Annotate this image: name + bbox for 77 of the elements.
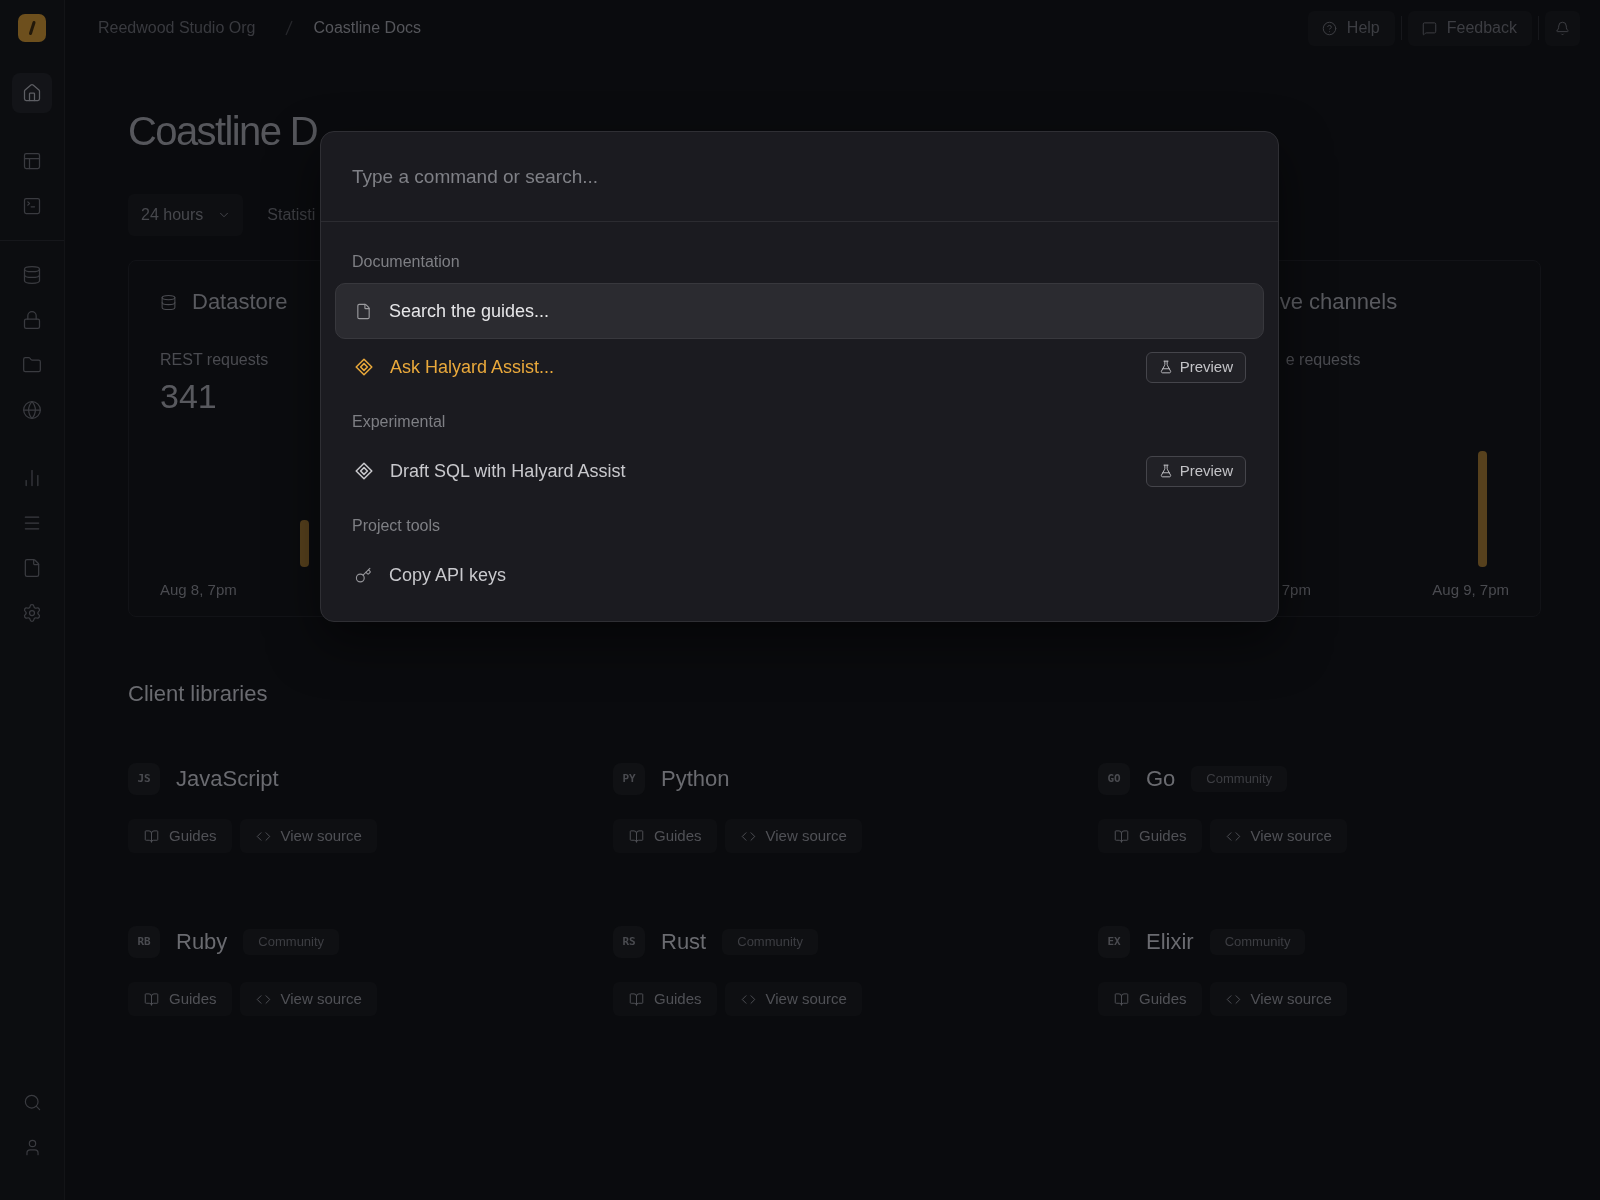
logo-icon (18, 14, 46, 42)
source-link-button[interactable]: View source (239, 982, 377, 1016)
source-link-button[interactable]: View source (724, 982, 862, 1016)
guides-link-button[interactable]: Guides (128, 982, 232, 1016)
metric-label: e requests (1285, 350, 1361, 370)
library-code-tile: GO (1098, 763, 1130, 795)
command-item[interactable]: Draft SQL with Halyard Assist Preview (335, 443, 1264, 499)
database-icon (22, 265, 42, 285)
home-icon (22, 83, 42, 103)
library-code-tile: EX (1098, 926, 1130, 958)
source-link-button[interactable]: View source (1209, 819, 1347, 853)
card-title: ve channels (1279, 288, 1398, 316)
time-range-select[interactable]: 24 hours (128, 194, 244, 236)
section-heading: Client libraries (128, 680, 268, 708)
book-icon (629, 991, 644, 1007)
database-icon (160, 293, 177, 311)
metric-value: 341 (160, 376, 217, 416)
library-code-tile: JS (128, 763, 160, 795)
flask-icon (1158, 464, 1173, 478)
slash-separator-icon (285, 20, 294, 36)
breadcrumb-link[interactable]: Coastline Docs (313, 18, 422, 38)
library-name: Python (661, 765, 730, 793)
book-icon (1114, 828, 1129, 844)
metric-label: REST requests (160, 350, 269, 370)
axis-label: 7pm (1281, 579, 1311, 600)
settings-icon (22, 603, 42, 623)
page-title: Coastline D (128, 108, 318, 155)
guides-link-button[interactable]: Guides (613, 819, 717, 853)
library-name: Rust (661, 928, 707, 956)
book-icon (144, 828, 159, 844)
library-name: Elixir (1146, 928, 1194, 956)
group-heading: Project tools (352, 516, 441, 536)
book-icon (629, 828, 644, 844)
library-code-tile: PY (613, 763, 645, 795)
library-name: Ruby (176, 928, 228, 956)
folder-icon (22, 355, 42, 375)
bell-icon (1555, 20, 1570, 36)
help-icon (1321, 20, 1337, 36)
command-item[interactable]: Ask Halyard Assist... Preview (335, 339, 1264, 395)
group-heading: Documentation (352, 252, 460, 272)
layout-icon (22, 151, 42, 171)
command-item[interactable]: Search the guides... (335, 283, 1264, 339)
key-icon (355, 566, 372, 584)
book-icon (1114, 991, 1129, 1007)
search-icon (22, 1092, 42, 1112)
library-name: JavaScript (176, 765, 279, 793)
group-heading: Experimental (352, 412, 446, 432)
guides-link-button[interactable]: Guides (128, 819, 232, 853)
sidebar-nav-button[interactable] (12, 73, 52, 113)
library-name: Go (1146, 765, 1176, 793)
source-link-button[interactable]: View source (1209, 982, 1347, 1016)
guides-link-button[interactable]: Guides (613, 982, 717, 1016)
globe-icon (22, 400, 42, 420)
document-icon (355, 302, 372, 320)
guides-link-button[interactable]: Guides (1098, 982, 1202, 1016)
axis-label: Aug 9, 7pm (1432, 579, 1509, 600)
notifications-button[interactable] (1545, 10, 1580, 46)
speech-bubble-icon (1421, 20, 1437, 36)
axis-label: Aug 8, 7pm (160, 579, 237, 600)
source-link-button[interactable]: View source (239, 819, 377, 853)
flask-icon (1158, 360, 1173, 374)
diamond-icon (355, 462, 373, 480)
library-code-tile: RB (128, 926, 160, 958)
lock-icon (22, 310, 42, 330)
command-search-input[interactable]: Type a command or search... (321, 132, 1278, 221)
card-title: Datastore (192, 288, 288, 316)
diamond-icon (355, 358, 373, 376)
terminal-icon (22, 196, 42, 216)
preview-label: Preview (1179, 461, 1233, 481)
chart-bar (300, 520, 309, 567)
book-icon (144, 991, 159, 1007)
preview-label: Preview (1179, 357, 1233, 377)
guides-link-button[interactable]: Guides (1098, 819, 1202, 853)
library-code-tile: RS (613, 926, 645, 958)
source-link-button[interactable]: View source (724, 819, 862, 853)
command-item[interactable]: Copy API keys (335, 547, 1264, 603)
file-icon (22, 558, 42, 578)
